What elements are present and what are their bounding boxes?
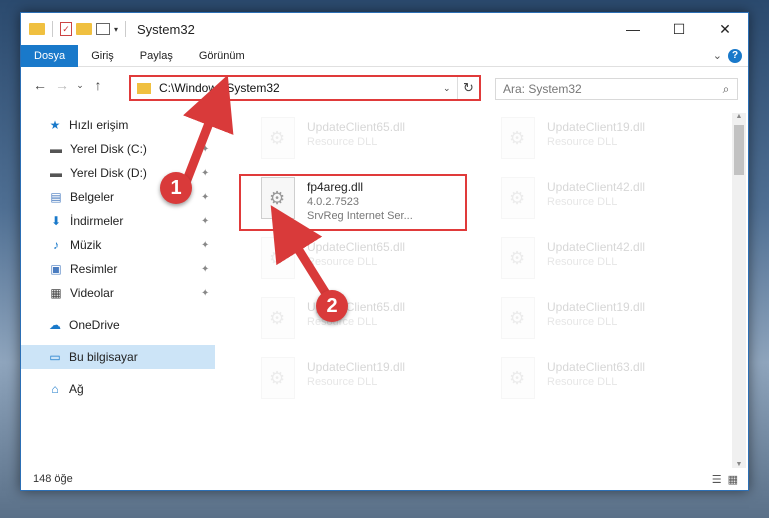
file-item[interactable]: UpdateClient63.dllResource DLL <box>501 357 721 409</box>
navigation-pane: ★ Hızlı erişim ▬ Yerel Disk (C:) ✦ ▬ Yer… <box>21 113 215 468</box>
search-input[interactable]: Ara: System32 ⌕ <box>495 78 738 100</box>
window-title: System32 <box>137 21 195 37</box>
sidebar-item-onedrive[interactable]: ☁ OneDrive <box>21 313 215 337</box>
search-placeholder: Ara: System32 <box>503 82 582 96</box>
file-item[interactable]: UpdateClient65.dllResource DLL <box>261 297 481 349</box>
star-icon: ★ <box>49 118 61 132</box>
status-bar: 148 öğe ☰ ▦ <box>21 468 748 490</box>
forward-arrow-icon[interactable]: → <box>51 77 73 93</box>
tab-home[interactable]: Giriş <box>78 45 127 67</box>
toolbar-separator <box>125 21 127 37</box>
new-folder-icon[interactable] <box>76 23 92 35</box>
dll-file-icon <box>261 237 295 279</box>
tiles-view-icon[interactable]: ▦ <box>728 473 738 486</box>
sidebar-item-quick-access[interactable]: ★ Hızlı erişim <box>21 113 215 137</box>
file-item[interactable]: UpdateClient19.dllResource DLL <box>261 357 481 409</box>
dll-file-icon <box>501 177 535 219</box>
drive-icon: ▬ <box>50 166 62 180</box>
tab-view[interactable]: Görünüm <box>186 45 258 67</box>
downloads-icon: ⬇ <box>50 214 62 228</box>
file-item[interactable]: UpdateClient19.dllResource DLL <box>501 297 721 349</box>
pin-icon: ✦ <box>201 191 210 203</box>
pin-icon: ✦ <box>201 239 210 251</box>
drive-icon: ▬ <box>50 142 62 156</box>
recent-locations-icon[interactable]: ⌄ <box>73 80 87 91</box>
customize-toolbar-icon[interactable] <box>96 23 110 35</box>
sidebar-item-pictures[interactable]: ▣ Resimler ✦ <box>21 257 215 281</box>
toolbar-separator <box>52 21 53 37</box>
step-marker-2: 2 <box>316 290 348 322</box>
minimize-button[interactable]: — <box>610 13 656 45</box>
up-arrow-icon[interactable]: ↑ <box>87 77 109 93</box>
scroll-up-icon[interactable]: ▲ <box>732 113 746 120</box>
back-arrow-icon[interactable]: ← <box>29 77 51 93</box>
dll-file-icon <box>501 117 535 159</box>
pin-icon: ✦ <box>201 143 210 155</box>
search-icon[interactable]: ⌕ <box>715 82 737 97</box>
pin-icon: ✦ <box>201 215 210 227</box>
file-item[interactable]: UpdateClient65.dllResource DLL <box>261 237 481 289</box>
sidebar-item-videos[interactable]: ▦ Videolar ✦ <box>21 281 215 305</box>
dll-file-icon <box>261 357 295 399</box>
selection-highlight <box>239 174 467 231</box>
music-icon: ♪ <box>53 238 59 252</box>
expand-ribbon-icon[interactable]: ⌄ <box>713 49 722 62</box>
item-count: 148 öğe <box>33 473 73 485</box>
dll-file-icon <box>501 297 535 339</box>
quick-access-toolbar: ✓ ▾ <box>29 21 129 37</box>
computer-icon: ▭ <box>49 350 61 364</box>
title-bar: ✓ ▾ System32 — ☐ ✕ <box>21 13 748 45</box>
ribbon-tabs: Dosya Giriş Paylaş Görünüm ⌄ ? <box>21 44 748 67</box>
file-item[interactable]: UpdateClient19.dllResource DLL <box>501 117 721 169</box>
scroll-down-icon[interactable]: ▼ <box>732 461 746 468</box>
sidebar-item-disk-c[interactable]: ▬ Yerel Disk (C:) ✦ <box>21 137 215 161</box>
sidebar-item-network[interactable]: ⌂ Ağ <box>21 377 215 401</box>
documents-icon: ▤ <box>50 190 62 204</box>
file-item[interactable]: UpdateClient42.dllResource DLL <box>501 237 721 289</box>
file-item[interactable]: UpdateClient42.dllResource DLL <box>501 177 721 229</box>
dll-file-icon <box>501 237 535 279</box>
help-icon[interactable]: ? <box>728 48 742 63</box>
address-path[interactable]: C:\Windows\System32 <box>159 81 443 95</box>
folder-icon <box>29 23 45 35</box>
sidebar-item-this-pc[interactable]: ▭ Bu bilgisayar <box>21 345 215 369</box>
refresh-icon[interactable]: ↻ <box>457 77 479 99</box>
cloud-icon: ☁ <box>49 318 61 332</box>
pin-icon: ✦ <box>201 287 210 299</box>
pictures-icon: ▣ <box>50 262 62 276</box>
chevron-down-icon[interactable]: ▾ <box>114 25 118 34</box>
file-list: UpdateClient65.dllResource DLL UpdateCli… <box>231 113 731 468</box>
sidebar-item-downloads[interactable]: ⬇ İndirmeler ✦ <box>21 209 215 233</box>
details-view-icon[interactable]: ☰ <box>712 473 722 486</box>
close-button[interactable]: ✕ <box>702 13 748 45</box>
pin-icon: ✦ <box>201 263 210 275</box>
videos-icon: ▦ <box>50 286 62 300</box>
address-bar[interactable]: C:\Windows\System32 ⌄ ↻ <box>129 75 481 101</box>
dll-file-icon <box>261 117 295 159</box>
folder-icon <box>137 82 151 94</box>
scrollbar-thumb[interactable] <box>734 125 744 175</box>
tab-file[interactable]: Dosya <box>21 44 79 67</box>
vertical-scrollbar[interactable]: ▲ ▼ <box>732 113 746 468</box>
sidebar-item-music[interactable]: ♪ Müzik ✦ <box>21 233 215 257</box>
properties-icon[interactable]: ✓ <box>60 22 72 36</box>
pin-icon: ✦ <box>201 167 210 179</box>
chevron-down-icon[interactable]: ⌄ <box>443 83 457 94</box>
dll-file-icon <box>261 297 295 339</box>
dll-file-icon <box>501 357 535 399</box>
explorer-window: ✓ ▾ System32 — ☐ ✕ Dosya Giriş Paylaş Gö… <box>20 12 749 491</box>
tab-share[interactable]: Paylaş <box>127 45 186 67</box>
network-icon: ⌂ <box>51 382 59 396</box>
file-item[interactable]: UpdateClient65.dllResource DLL <box>261 117 481 169</box>
maximize-button[interactable]: ☐ <box>656 13 702 45</box>
step-marker-1: 1 <box>160 172 192 204</box>
